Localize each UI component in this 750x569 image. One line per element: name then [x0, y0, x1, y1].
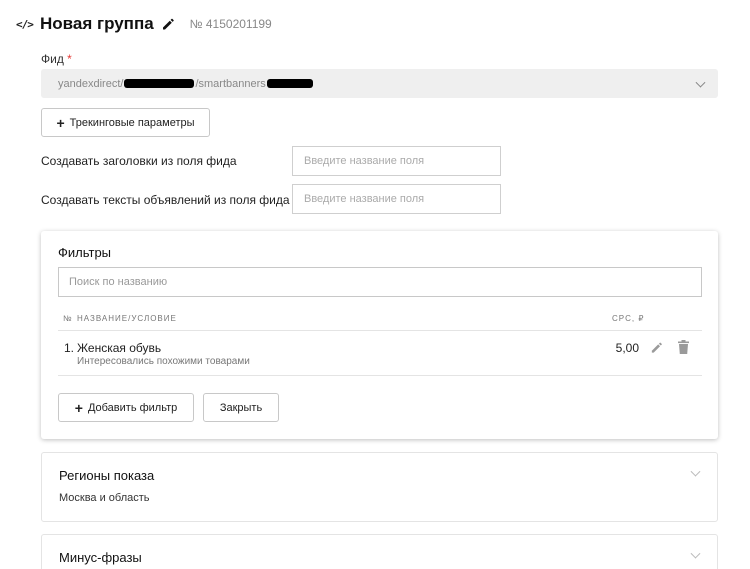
code-icon[interactable]: </>	[16, 18, 36, 31]
feed-select[interactable]: yandexdirect/ /smartbanners	[41, 69, 718, 98]
chevron-down-icon	[695, 77, 706, 88]
chevron-down-icon	[690, 548, 701, 559]
pencil-icon[interactable]	[161, 17, 175, 31]
close-button[interactable]: Закрыть	[203, 393, 279, 422]
texts-from-feed-label: Создавать тексты объявлений из поля фида	[41, 193, 290, 207]
required-mark: *	[67, 52, 72, 66]
minus-phrases-card[interactable]: Минус-фразы	[41, 534, 718, 569]
plus-icon: +	[56, 114, 65, 131]
row-number: 1.	[64, 341, 75, 355]
chevron-down-icon	[690, 466, 701, 477]
regions-card[interactable]: Регионы показа Москва и область	[41, 452, 718, 522]
texts-field-input[interactable]: Введите название поля	[292, 184, 501, 214]
filters-title: Фильтры	[58, 245, 112, 260]
trash-icon[interactable]	[678, 340, 689, 354]
regions-value: Москва и область	[59, 492, 150, 504]
page-header: </> Новая группа № 4150201199	[16, 11, 272, 37]
titles-field-input[interactable]: Введите название поля	[292, 146, 501, 176]
filter-name: Женская обувь	[77, 341, 162, 355]
plus-icon: +	[74, 399, 83, 416]
group-number: № 4150201199	[189, 17, 272, 31]
divider	[58, 375, 702, 376]
tracking-params-button[interactable]: + Трекинговые параметры	[41, 108, 210, 137]
column-header-num: №	[63, 314, 73, 323]
feed-value-middle: /smartbanners	[195, 77, 266, 90]
feed-value-prefix: yandexdirect/	[58, 77, 124, 90]
regions-title: Регионы показа	[59, 468, 155, 483]
filters-card: Фильтры Поиск по названию № НАЗВАНИЕ/УСЛ…	[41, 231, 718, 439]
pencil-icon[interactable]	[650, 341, 663, 354]
minus-phrases-title: Минус-фразы	[59, 550, 142, 565]
redaction-mask	[266, 79, 313, 88]
filter-search-input[interactable]: Поиск по названию	[58, 267, 702, 297]
column-header-name: НАЗВАНИЕ/УСЛОВИЕ	[77, 314, 177, 323]
filter-cpc: 5,00	[615, 341, 639, 355]
titles-from-feed-label: Создавать заголовки из поля фида	[41, 154, 237, 168]
column-header-cpc: CPC, ₽	[612, 314, 645, 323]
feed-label: Фид *	[41, 52, 72, 66]
filter-condition: Интересовались похожими товарами	[77, 356, 250, 367]
add-filter-button[interactable]: + Добавить фильтр	[58, 393, 194, 422]
redaction-mask	[124, 79, 195, 88]
page-title: Новая группа	[40, 14, 154, 33]
divider	[58, 330, 702, 331]
